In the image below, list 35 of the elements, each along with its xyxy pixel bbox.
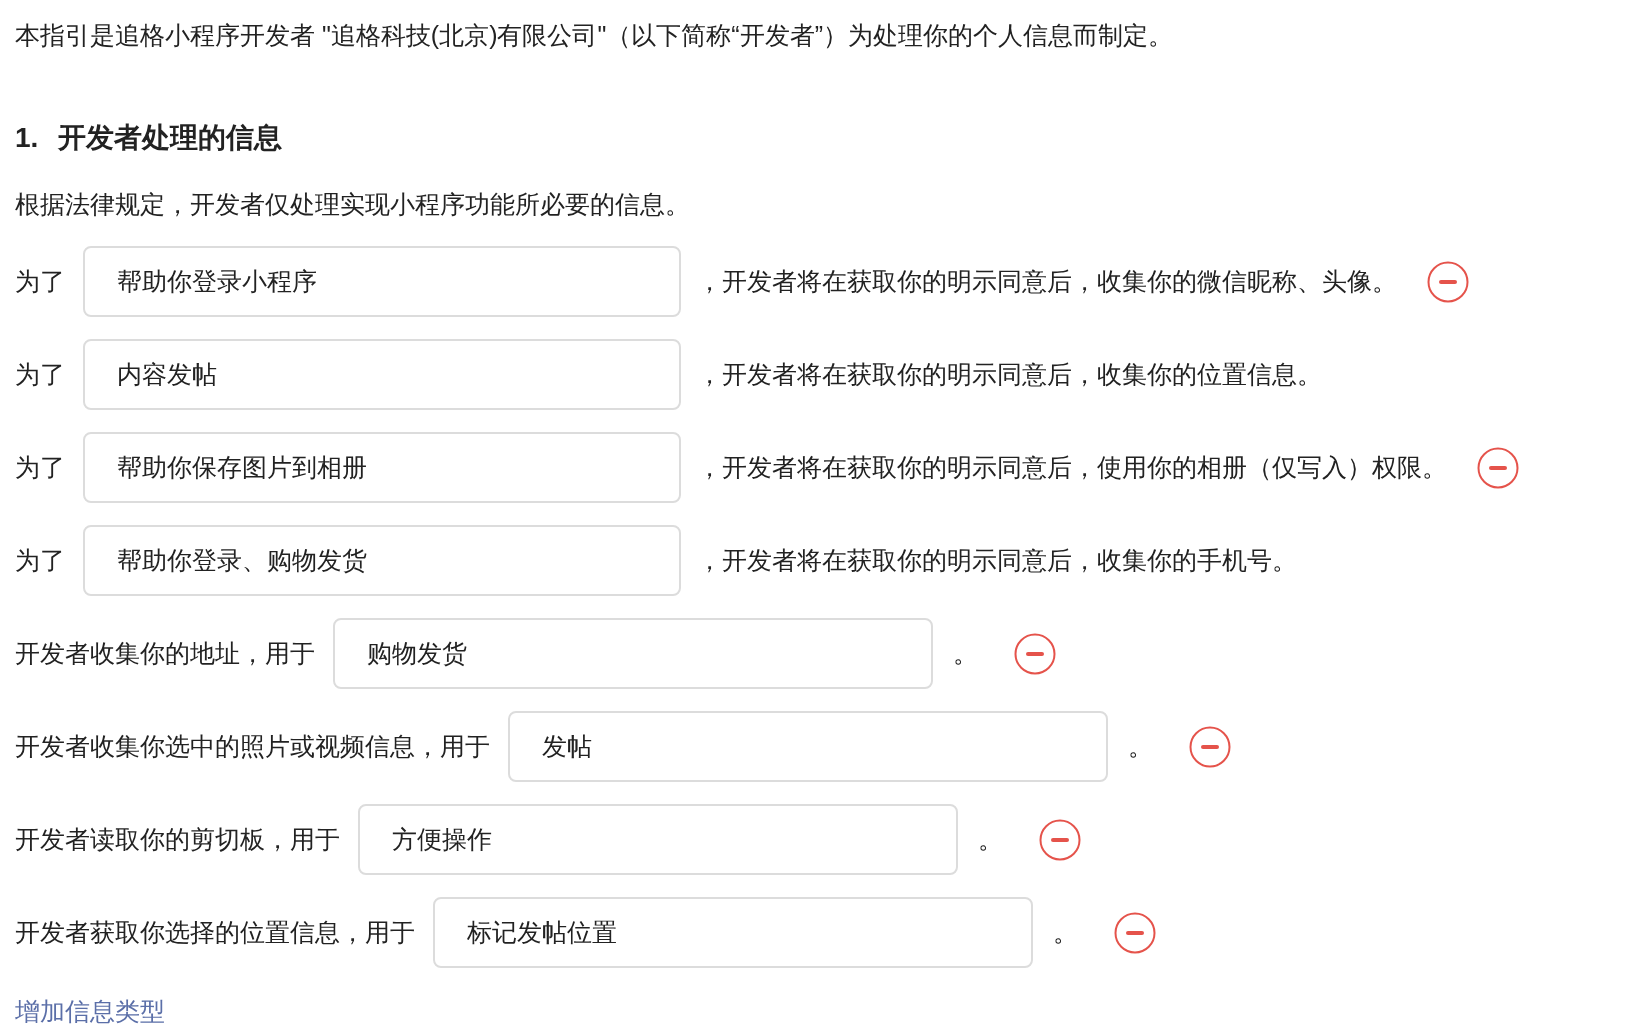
row-text: 。 <box>978 824 1003 855</box>
row-label: 开发者获取你选择的位置信息，用于 <box>15 917 415 948</box>
add-info-type-link[interactable]: 增加信息类型 <box>15 994 165 1028</box>
input-field[interactable]: 帮助你登录、购物发货 <box>83 525 681 596</box>
intro-text: 本指引是追格小程序开发者 "追格科技(北京)有限公司"（以下简称“开发者”）为处理你的个人信息而制定。 <box>15 20 1174 51</box>
input-field[interactable]: 内容发帖 <box>83 339 681 410</box>
row-label: 为了 <box>15 359 65 390</box>
row-label: 开发者收集你的地址，用于 <box>15 638 315 669</box>
row-label: 开发者收集你选中的照片或视频信息，用于 <box>15 731 490 762</box>
lead-text: 根据法律规定，开发者仅处理实现小程序功能所必要的信息。 <box>15 189 691 220</box>
row-text: ，开发者将在获取你的明示同意后，使用你的相册（仅写入）权限。 <box>697 452 1447 483</box>
row-label: 开发者读取你的剪切板，用于 <box>15 824 340 855</box>
row-text: 。 <box>953 638 978 669</box>
input-field[interactable]: 帮助你保存图片到相册 <box>83 432 681 503</box>
remove-icon[interactable] <box>1477 446 1519 489</box>
input-field[interactable]: 帮助你登录小程序 <box>83 246 681 317</box>
remove-icon[interactable] <box>1014 632 1056 675</box>
row-text: ，开发者将在获取你的明示同意后，收集你的位置信息。 <box>697 359 1322 390</box>
row-text: ，开发者将在获取你的明示同意后，收集你的微信昵称、头像。 <box>697 266 1397 297</box>
input-field[interactable]: 购物发货 <box>333 618 933 689</box>
section-number: 1. <box>15 121 39 155</box>
row-label: 为了 <box>15 452 65 483</box>
input-field[interactable]: 标记发帖位置 <box>433 897 1033 968</box>
remove-icon[interactable] <box>1039 818 1081 861</box>
remove-icon[interactable] <box>1427 260 1469 303</box>
input-field[interactable]: 方便操作 <box>358 804 958 875</box>
section-title: 开发者处理的信息 <box>58 121 283 155</box>
remove-icon[interactable] <box>1189 725 1231 768</box>
row-label: 为了 <box>15 266 65 297</box>
row-text: 。 <box>1053 917 1078 948</box>
row-text: 。 <box>1128 731 1153 762</box>
remove-icon[interactable] <box>1114 911 1156 954</box>
row-label: 为了 <box>15 545 65 576</box>
input-field[interactable]: 发帖 <box>508 711 1108 782</box>
row-text: ，开发者将在获取你的明示同意后，收集你的手机号。 <box>697 545 1297 576</box>
